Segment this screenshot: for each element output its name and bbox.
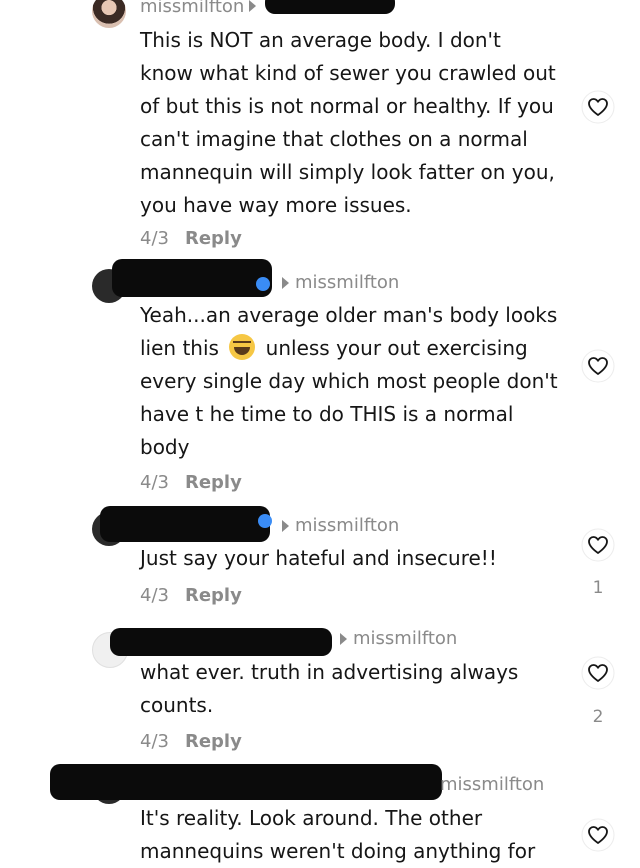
comment-author[interactable]: missmilfton — [140, 0, 244, 18]
avatar[interactable] — [92, 0, 126, 28]
comment-text: It's reality. Look around. The other man… — [140, 806, 536, 863]
heart-outline-icon[interactable] — [581, 818, 615, 852]
caret-right-icon — [340, 633, 347, 645]
comment-text: Yeah...an average older man's body looks… — [140, 299, 560, 464]
caret-right-icon — [282, 277, 289, 289]
comment-text: Just say your hateful and insecure!! — [140, 546, 497, 570]
reply-to-username[interactable]: missmilfton — [295, 515, 399, 537]
laughing-tears-emoji-icon — [229, 334, 256, 360]
redacted-username — [50, 764, 442, 800]
reply-to-username[interactable]: missmilfton — [353, 628, 457, 650]
heart-outline-icon[interactable] — [581, 528, 615, 562]
reply-button[interactable]: Reply — [185, 472, 242, 493]
comment-meta: 4/3 Reply — [140, 228, 242, 250]
reply-button[interactable]: Reply — [185, 228, 242, 249]
redacted-username — [110, 628, 332, 656]
comment-date: 4/3 — [140, 585, 169, 606]
reply-button[interactable]: Reply — [185, 585, 242, 606]
reply-to-username[interactable]: missmilfton — [295, 272, 399, 294]
verified-badge-icon — [258, 514, 272, 528]
reply-button[interactable]: Reply — [185, 731, 242, 752]
comment-text: This is NOT an average body. I don't kno… — [140, 28, 556, 217]
comment-meta: 4/3 Reply — [140, 585, 242, 607]
comment-item: missmilfton It's reality. Look around. T… — [0, 760, 640, 863]
like-count: 2 — [592, 707, 604, 727]
heart-outline-icon[interactable] — [581, 656, 615, 690]
redacted-username — [100, 506, 270, 542]
heart-outline-icon[interactable] — [581, 349, 615, 383]
comment-meta: 4/3 Reply — [140, 731, 242, 753]
comment-item: missmilfton Just say your hateful and in… — [0, 500, 640, 620]
comment-item: missmilfton what ever. truth in advertis… — [0, 620, 640, 760]
comment-item: missmilfton This is NOT an average body.… — [0, 0, 640, 260]
comment-date: 4/3 — [140, 228, 169, 249]
verified-badge-icon — [256, 277, 270, 291]
reply-to-username[interactable]: missmilfton — [440, 774, 544, 796]
caret-right-icon — [282, 520, 289, 532]
heart-outline-icon[interactable] — [581, 90, 615, 124]
like-count: 1 — [592, 578, 604, 598]
caret-right-icon — [249, 0, 256, 12]
redacted-username — [112, 259, 272, 297]
comment-text: what ever. truth in advertising always c… — [140, 660, 519, 717]
comment-meta: 4/3 Reply — [140, 472, 242, 494]
comment-item: missmilfton Yeah...an average older man'… — [0, 255, 640, 505]
comment-date: 4/3 — [140, 731, 169, 752]
redacted-username — [265, 0, 395, 14]
comment-date: 4/3 — [140, 472, 169, 493]
